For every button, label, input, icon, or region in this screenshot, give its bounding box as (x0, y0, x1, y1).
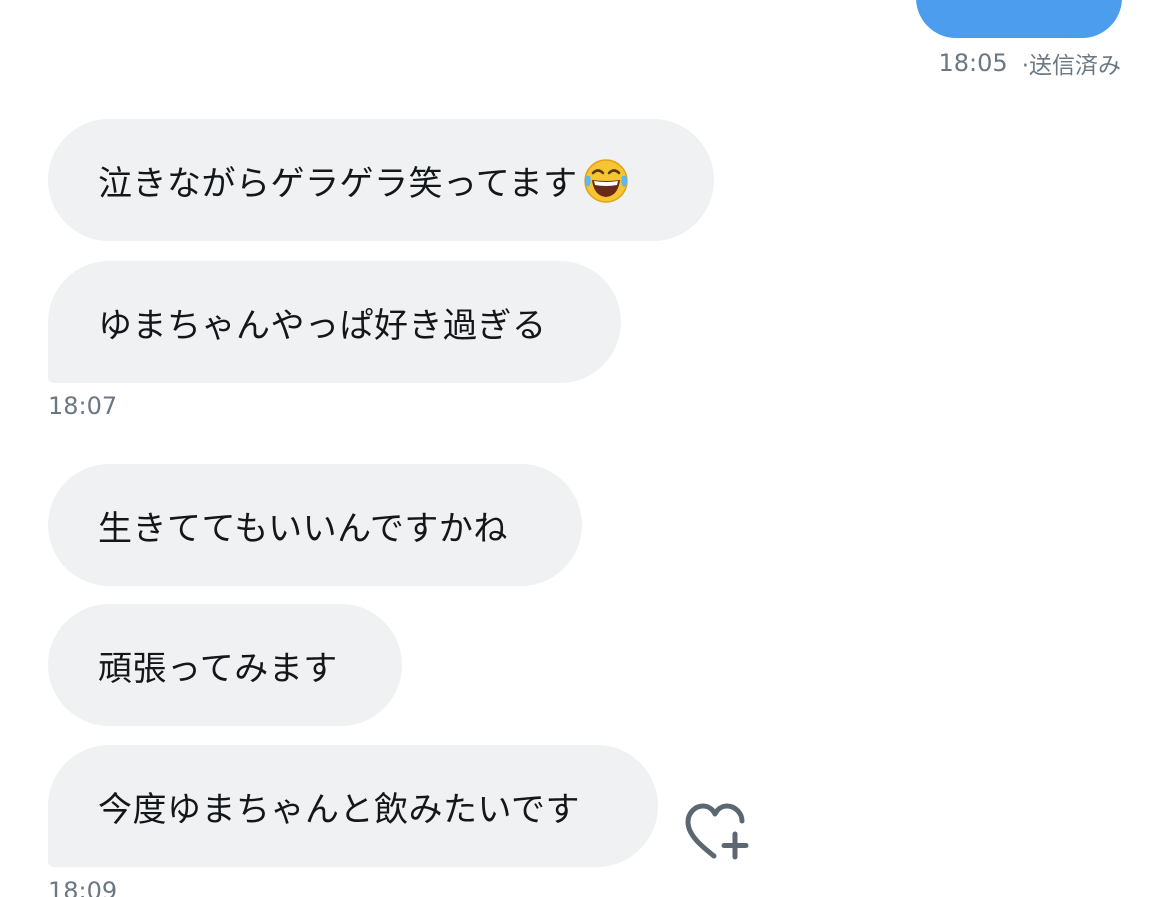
message-text: 生きててもいいんですかね (98, 508, 508, 549)
message-text: 今度ゆまちゃんと飲みたいです (98, 789, 580, 830)
received-message-bubble[interactable]: ゆまちゃんやっぱ好き過ぎる (48, 261, 621, 383)
sent-status: ·送信済み (1021, 53, 1121, 79)
dm-conversation: 18:05 ·送信済み 泣きながらゲラゲラ笑ってます ゆまちゃんやっぱ好き過ぎる… (0, 0, 1169, 897)
received-message-bubble[interactable]: 頑張ってみます (48, 604, 402, 726)
face-with-tears-of-joy-icon (582, 156, 630, 204)
received-message-bubble[interactable]: 生きててもいいんですかね (48, 464, 582, 586)
sent-message-bubble[interactable] (916, 0, 1122, 38)
sent-timestamp: 18:05 (938, 49, 1008, 77)
sent-message-meta: 18:05 ·送信済み (938, 48, 1121, 79)
heart-plus-icon[interactable] (684, 802, 750, 862)
received-message-bubble[interactable]: 泣きながらゲラゲラ笑ってます (48, 119, 714, 241)
message-text: 頑張ってみます (98, 648, 338, 689)
message-text: ゆまちゃんやっぱ好き過ぎる (98, 305, 547, 346)
received-message-bubble[interactable]: 今度ゆまちゃんと飲みたいです (48, 745, 658, 867)
message-text: 泣きながらゲラゲラ笑ってます (98, 163, 578, 204)
received-timestamp: 18:09 (48, 877, 118, 897)
received-timestamp: 18:07 (48, 392, 118, 420)
